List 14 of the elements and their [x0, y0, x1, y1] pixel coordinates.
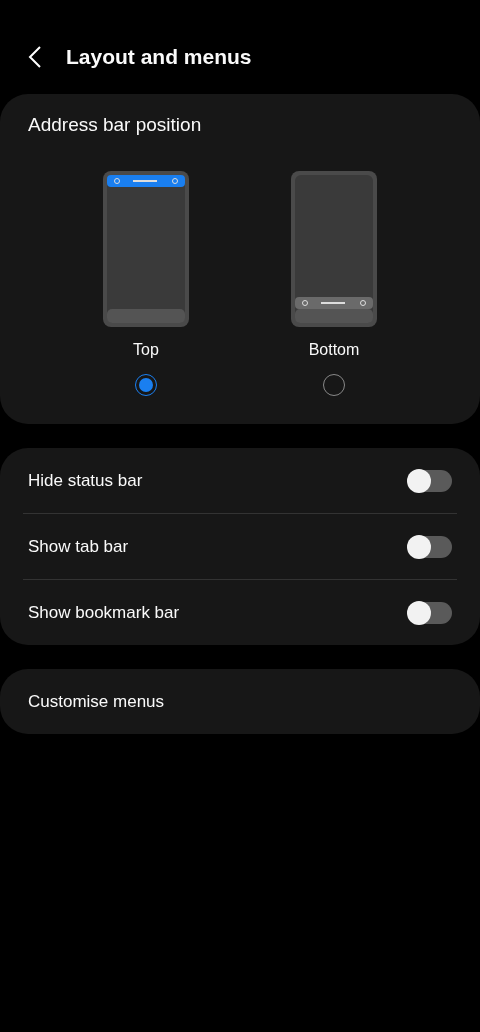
back-icon[interactable] [28, 45, 42, 69]
menu-item[interactable]: Customise menus [0, 669, 480, 734]
section-title: Address bar position [28, 114, 203, 136]
menu-label: Customise menus [28, 691, 165, 712]
setting-label: Show bookmark bar [28, 602, 180, 623]
option-label: Top [133, 341, 159, 359]
option-label: Bottom [308, 341, 360, 359]
page-title: Layout and menus [66, 45, 252, 69]
phone-layout-drawing[interactable] [103, 171, 189, 327]
toggle-switch[interactable] [408, 535, 452, 558]
setting-label: Hide status bar [28, 470, 143, 491]
setting-label: Show tab bar [28, 536, 129, 557]
toggle-switch[interactable] [408, 601, 452, 624]
toggle-switch[interactable] [408, 469, 452, 492]
